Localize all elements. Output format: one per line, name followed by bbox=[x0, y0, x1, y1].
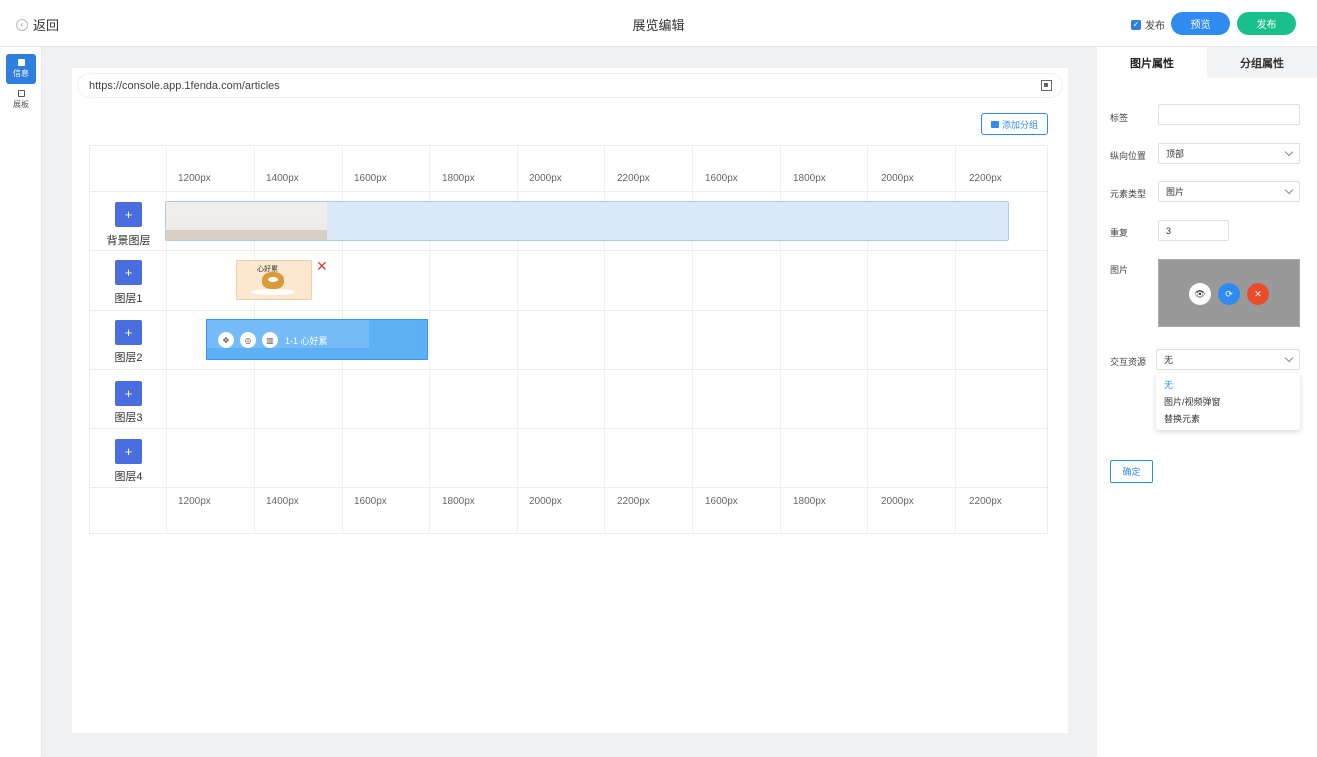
confirm-button[interactable]: 确定 bbox=[1110, 460, 1153, 483]
view-icon[interactable]: ◎ bbox=[240, 332, 256, 348]
vertical-position-value: 顶部 bbox=[1166, 149, 1185, 159]
preview-eye-icon[interactable]: 👁 bbox=[1189, 283, 1211, 305]
interaction-resource-label: 交互资源 bbox=[1110, 357, 1147, 367]
rail-item-label: 信息 bbox=[13, 69, 29, 78]
grid-divider bbox=[90, 428, 1047, 429]
rail-item-board[interactable]: 展板 bbox=[6, 85, 36, 115]
dropdown-option-popup[interactable]: 图片/视频弹窗 bbox=[1164, 395, 1221, 408]
grid-divider bbox=[90, 369, 1047, 370]
interaction-resource-dropdown: 无 图片/视频弹窗 替换元素 bbox=[1156, 373, 1300, 430]
check-icon: ✓ bbox=[1131, 19, 1141, 30]
column-footer: 2200px bbox=[969, 496, 1002, 507]
add-to-layer3-button[interactable]: + bbox=[115, 381, 142, 406]
tag-input[interactable] bbox=[1158, 104, 1300, 125]
repeat-input[interactable]: 3 bbox=[1158, 220, 1229, 241]
repeat-label: 重复 bbox=[1110, 228, 1129, 238]
column-footer: 1200px bbox=[178, 496, 211, 507]
layer-label-4: 图层4 bbox=[114, 471, 143, 483]
tab-image-properties[interactable]: 图片属性 bbox=[1097, 47, 1207, 78]
column-header: 2000px bbox=[881, 173, 914, 184]
grid-divider bbox=[90, 250, 1047, 251]
element-type-select[interactable]: 图片 bbox=[1158, 181, 1300, 202]
url-text: https://console.app.1fenda.com/articles bbox=[89, 79, 280, 92]
interaction-resource-value: 无 bbox=[1164, 355, 1174, 365]
repeat-value: 3 bbox=[1166, 225, 1172, 236]
properties-panel: 图片属性 分组属性 标签 纵向位置 顶部 元素类型 图片 重复 3 图片 👁 ⟳… bbox=[1097, 47, 1317, 757]
layer2-element[interactable]: ✥ ◎ ▥ 1-1 心好累 bbox=[206, 319, 428, 360]
doc-icon bbox=[17, 59, 25, 66]
column-header: 1600px bbox=[705, 173, 738, 184]
vertical-position-label: 纵向位置 bbox=[1110, 151, 1147, 161]
dropdown-option-none[interactable]: 无 bbox=[1164, 378, 1173, 391]
dropdown-option-replace[interactable]: 替换元素 bbox=[1164, 412, 1200, 425]
layer-label-3: 图层3 bbox=[114, 412, 143, 424]
grid-divider bbox=[90, 310, 1047, 311]
column-footer: 1800px bbox=[793, 496, 826, 507]
grid-divider bbox=[90, 191, 1047, 192]
left-rail: 信息 展板 bbox=[0, 47, 42, 757]
layer-label-2: 图层2 bbox=[114, 352, 143, 364]
layer-label-1: 图层1 bbox=[114, 293, 143, 305]
image-label: 图片 bbox=[1110, 265, 1129, 275]
board-icon bbox=[17, 90, 25, 97]
tag-label: 标签 bbox=[1110, 113, 1129, 123]
column-footer: 2000px bbox=[529, 496, 562, 507]
column-footer: 2200px bbox=[617, 496, 650, 507]
element-type-value: 图片 bbox=[1166, 187, 1185, 197]
replace-refresh-icon[interactable]: ⟳ bbox=[1218, 283, 1240, 305]
element-type-label: 元素类型 bbox=[1110, 189, 1147, 199]
cat-illustration bbox=[262, 272, 284, 289]
background-thumbnail bbox=[166, 202, 327, 240]
interaction-resource-select[interactable]: 无 bbox=[1156, 349, 1300, 370]
remove-element-button[interactable]: ✕ bbox=[316, 259, 328, 273]
tab-group-properties[interactable]: 分组属性 bbox=[1207, 47, 1317, 78]
top-bar: ‹ 返回 展览编辑 ✓ 发布 预览 发布 bbox=[0, 0, 1317, 47]
preview-button[interactable]: 预览 bbox=[1171, 12, 1230, 35]
page-title: 展览编辑 bbox=[632, 18, 685, 33]
add-to-layer4-button[interactable]: + bbox=[115, 439, 142, 464]
chevron-down-icon bbox=[1284, 185, 1294, 195]
background-layer-element[interactable] bbox=[165, 201, 1009, 241]
column-header: 1800px bbox=[442, 173, 475, 184]
layer2-element-label: 1-1 心好累 bbox=[285, 336, 328, 346]
layer1-image-element[interactable]: 心好累 bbox=[236, 260, 312, 300]
column-header: 2200px bbox=[617, 173, 650, 184]
vertical-position-select[interactable]: 顶部 bbox=[1158, 143, 1300, 164]
column-footer: 1800px bbox=[442, 496, 475, 507]
plate-illustration bbox=[251, 289, 295, 295]
column-header: 2000px bbox=[529, 173, 562, 184]
add-to-background-layer-button[interactable]: + bbox=[115, 202, 142, 227]
column-footer: 1600px bbox=[354, 496, 387, 507]
publish-checkbox[interactable]: ✓ 发布 bbox=[1131, 17, 1165, 32]
column-footer: 2000px bbox=[881, 496, 914, 507]
move-icon[interactable]: ✥ bbox=[218, 332, 234, 348]
remove-close-icon[interactable]: ✕ bbox=[1247, 283, 1269, 305]
layer-label-background: 背景图层 bbox=[106, 235, 151, 247]
chevron-down-icon bbox=[1284, 147, 1294, 157]
folder-plus-icon bbox=[990, 120, 999, 128]
publish-checkbox-label: 发布 bbox=[1145, 21, 1165, 32]
column-footer: 1400px bbox=[266, 496, 299, 507]
image-preview: 👁 ⟳ ✕ bbox=[1158, 259, 1300, 327]
delete-icon[interactable]: ▥ bbox=[262, 332, 278, 348]
column-header: 2200px bbox=[969, 173, 1002, 184]
qr-code-icon[interactable] bbox=[1041, 80, 1052, 91]
column-footer: 1600px bbox=[705, 496, 738, 507]
url-bar: https://console.app.1fenda.com/articles bbox=[78, 74, 1062, 97]
add-to-layer1-button[interactable]: + bbox=[115, 260, 142, 285]
rail-item-info[interactable]: 信息 bbox=[6, 54, 36, 84]
add-group-button[interactable]: 添加分组 bbox=[981, 113, 1048, 135]
add-to-layer2-button[interactable]: + bbox=[115, 320, 142, 345]
column-header: 1200px bbox=[178, 173, 211, 184]
rail-item-label: 展板 bbox=[13, 100, 29, 109]
publish-button[interactable]: 发布 bbox=[1237, 12, 1296, 35]
column-header: 1800px bbox=[793, 173, 826, 184]
chevron-down-icon bbox=[1284, 353, 1294, 363]
grid-divider bbox=[90, 487, 1047, 488]
column-header: 1600px bbox=[354, 173, 387, 184]
column-header: 1400px bbox=[266, 173, 299, 184]
add-group-label: 添加分组 bbox=[1001, 119, 1038, 130]
